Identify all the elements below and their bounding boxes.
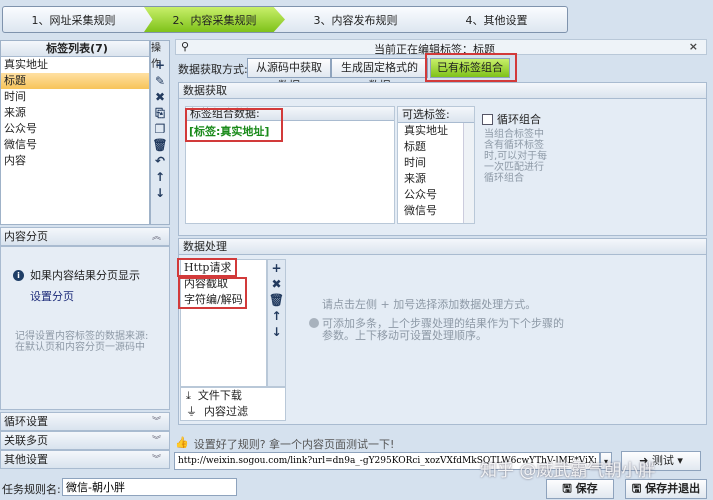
move-down-icon[interactable]: ↓ <box>271 324 281 340</box>
available-header: 可选标签: <box>398 107 474 123</box>
pagination-body: i 如果内容结果分页显示 设置分页 记得设置内容标签的数据来源: 在默认页和内容分页… <box>0 246 170 410</box>
move-up-icon[interactable]: ↑ <box>155 169 165 185</box>
save-exit-label: 保存并退出 <box>645 482 701 495</box>
save-icon: 🖫 <box>562 482 572 495</box>
file-download-item[interactable]: ⤓ 文件下载 <box>186 388 285 404</box>
loop-help-text: 循环组合 <box>484 173 524 184</box>
loop-help-text: 时,可以对于每 <box>484 151 548 162</box>
close-icon[interactable]: × <box>689 40 698 53</box>
tag-list-item[interactable]: 内容 <box>1 153 149 169</box>
method-fixed-button[interactable]: 生成固定格式的数据 <box>331 58 428 92</box>
step-publish-rules[interactable]: 3、内容发布规则 <box>285 7 426 32</box>
tag-ops: 操作 + ✎ ✖ ⎘ ❐ 🗑 ↶ ↑ ↓ <box>150 40 170 225</box>
step-url-rules[interactable]: 1、网址采集规则 <box>3 7 144 32</box>
step-bar: 1、网址采集规则 2、内容采集规则 3、内容发布规则 4、其他设置 <box>2 6 568 33</box>
delete-icon[interactable]: ✖ <box>271 276 281 292</box>
available-tags-list[interactable]: 可选标签: 真实地址 标题 时间 来源 公众号 微信号 <box>397 106 475 224</box>
section-other[interactable]: 其他设置 ︾ <box>0 450 170 469</box>
add-icon[interactable]: + <box>271 260 281 276</box>
fetch-title: 数据获取 <box>179 83 706 99</box>
method-source-button[interactable]: 从源码中获取数据 <box>247 58 331 92</box>
paste-icon[interactable]: ❐ <box>155 121 166 137</box>
process-hint: 请点击左侧 + 加号选择添加数据处理方式。 <box>322 298 537 311</box>
annotation-box <box>177 258 237 277</box>
loop-help-text: 含有循环标签 <box>484 140 544 151</box>
process-group: 数据处理 Http请求 内容截取 字符编/解码 + ✖ 🗑 ↑ ↓ ⤓ 文件下载 ⏚ 内容过… <box>177 238 707 425</box>
watermark: 知乎 @威武霸气朝小胖 <box>480 461 656 481</box>
collapse-icon: ︽ <box>151 232 161 242</box>
section-loop[interactable]: 循环设置 ︾ <box>0 412 170 431</box>
download-icon: ⤓ <box>186 389 191 402</box>
tag-list-title: 标签列表(7) <box>1 41 149 57</box>
pin-icon: ⚲ <box>181 40 190 53</box>
thumbs-up-icon: 👍 <box>175 436 189 449</box>
pagination-note: 在默认页和内容分页一源码中 <box>15 342 145 353</box>
filter-icon: ⏚ <box>186 405 197 418</box>
pagination-title: 内容分页 <box>4 230 48 243</box>
section-label: 循环设置 <box>4 415 48 428</box>
tag-list-item[interactable]: 来源 <box>1 105 149 121</box>
loop-checkbox[interactable] <box>482 113 493 125</box>
process-hint: 参数。上下移动可设置处理顺序。 <box>322 329 487 342</box>
trash-icon[interactable]: 🗑 <box>269 292 284 308</box>
save-label: 保存 <box>575 482 598 495</box>
process-title: 数据处理 <box>179 239 706 255</box>
delete-icon[interactable]: ✖ <box>155 89 165 105</box>
section-multipage[interactable]: 关联多页 ︾ <box>0 431 170 450</box>
set-pagination-link[interactable]: 设置分页 <box>30 288 74 304</box>
ops-title: 操作 <box>151 43 161 70</box>
annotation-box <box>185 108 283 142</box>
tag-list-item[interactable]: 标题 <box>1 73 149 89</box>
expand-icon: ︾ <box>151 417 161 427</box>
tag-list-item[interactable]: 真实地址 <box>1 57 149 73</box>
section-label: 关联多页 <box>4 434 48 447</box>
loop-label: 循环组合 <box>497 113 541 126</box>
rule-name-input[interactable] <box>62 478 237 496</box>
undo-icon[interactable]: ↶ <box>155 153 165 169</box>
edit-icon[interactable]: ✎ <box>155 73 165 89</box>
loop-help-text: 一次匹配进行 <box>484 162 544 173</box>
info-icon <box>309 318 319 328</box>
loop-help-text: 当组合标签中 <box>484 129 544 140</box>
pagination-header[interactable]: 内容分页 ︽ <box>0 227 170 246</box>
tag-list-item[interactable]: 时间 <box>1 89 149 105</box>
add-icon[interactable]: + <box>155 57 165 73</box>
tag-list: 标签列表(7) 真实地址 标题 时间 来源 公众号 微信号 内容 <box>0 40 150 225</box>
rule-name-label: 任务规则名: <box>2 483 61 496</box>
pagination-note: 记得设置内容标签的数据来源: <box>15 331 149 342</box>
step-other-settings[interactable]: 4、其他设置 <box>426 7 567 32</box>
save-exit-button[interactable]: 🖫 保存并退出 <box>625 479 707 499</box>
annotation-box <box>178 277 247 309</box>
method-label: 数据获取方式: <box>178 63 248 76</box>
tag-list-item[interactable]: 公众号 <box>1 121 149 137</box>
annotation-box <box>425 53 517 82</box>
section-label: 其他设置 <box>4 453 48 466</box>
item-label: 文件下载 <box>197 389 242 402</box>
save-icon: 🖫 <box>631 482 642 495</box>
save-button[interactable]: 🖫 保存 <box>546 479 614 499</box>
copy-icon[interactable]: ⎘ <box>155 105 165 121</box>
scrollbar[interactable] <box>463 123 474 223</box>
content-filter-item[interactable]: ⏚ 内容过滤 <box>186 404 285 420</box>
move-down-icon[interactable]: ↓ <box>155 185 165 201</box>
fetch-group: 数据获取 标签组合数据: [标签:真实地址] 可选标签: 真实地址 标题 时间 来源公… <box>178 82 707 236</box>
move-up-icon[interactable]: ↑ <box>271 308 281 324</box>
info-icon: i <box>13 269 24 281</box>
process-ops: + ✖ 🗑 ↑ ↓ <box>267 259 286 387</box>
expand-icon: ︾ <box>151 436 161 446</box>
pagination-info: 如果内容结果分页显示 <box>30 269 140 282</box>
item-label: 内容过滤 <box>204 405 248 418</box>
step-content-rules[interactable]: 2、内容采集规则 <box>144 7 285 32</box>
process-extras: ⤓ 文件下载 ⏚ 内容过滤 <box>180 387 286 421</box>
trash-icon[interactable]: 🗑 <box>152 137 167 153</box>
tag-list-item[interactable]: 微信号 <box>1 137 149 153</box>
test-prompt: 设置好了规则? 拿一个内容页面测试一下! <box>193 438 395 451</box>
expand-icon: ︾ <box>151 455 161 465</box>
